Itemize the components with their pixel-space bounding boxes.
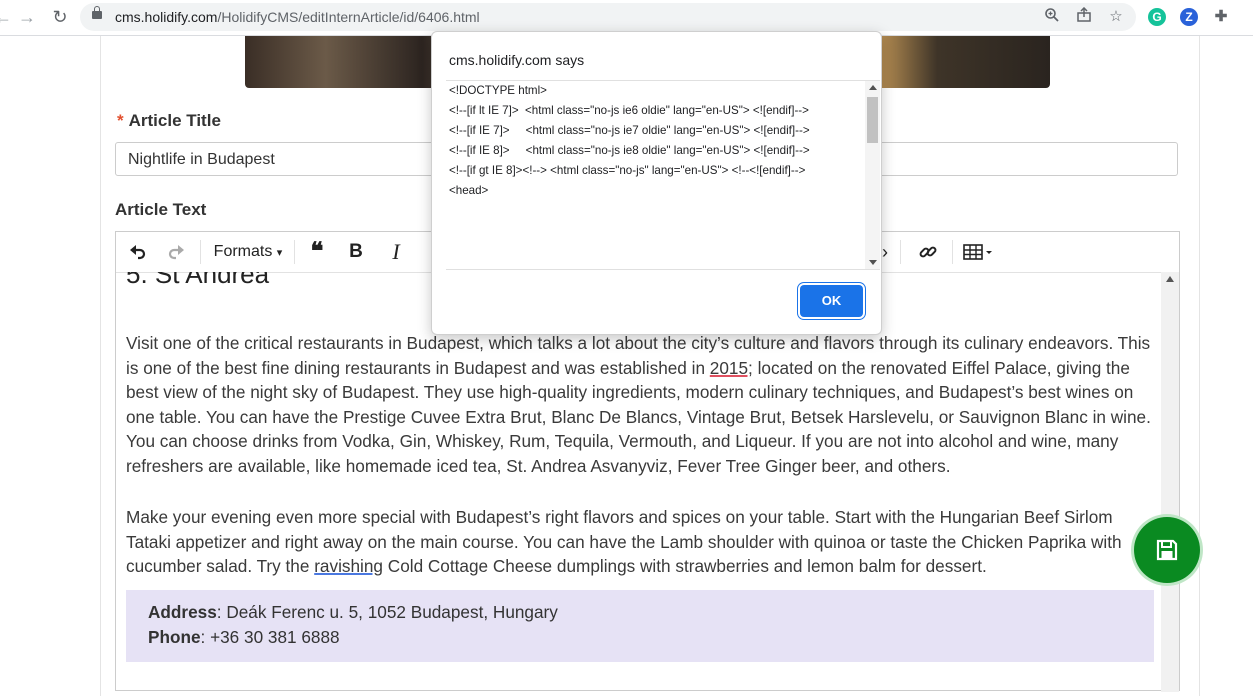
link-icon[interactable] [916,240,940,264]
forward-icon[interactable]: → [16,6,38,28]
back-icon[interactable]: ← [0,6,14,28]
toolbar-divider [952,240,953,264]
address-line: Address: Deák Ferenc u. 5, 1052 Budapest… [148,602,558,622]
paragraph-2: Make your evening even more special with… [126,507,1122,577]
address-bar[interactable]: cms.holidify.com/HolidifyCMS/editInternA… [80,3,1136,31]
spellcheck-flag: 2015; [709,357,753,378]
blockquote-icon[interactable]: ❝ [304,240,330,264]
editor-scrollbar[interactable] [1161,272,1179,692]
dialog-message-area[interactable]: <!DOCTYPE html> <!--[if lt IE 7]> <html … [446,80,880,270]
scroll-up-icon[interactable] [869,85,877,90]
dialog-scrollbar[interactable] [865,81,880,269]
zoom-icon[interactable] [1042,7,1062,27]
ok-button[interactable]: OK [800,285,863,317]
dialog-title: cms.holidify.com says [449,52,585,68]
z-extension-icon[interactable]: Z [1180,8,1198,26]
lock-icon[interactable] [92,6,102,19]
redo-icon[interactable] [164,240,188,264]
formats-dropdown[interactable]: Formats ▾ [212,240,284,264]
reload-icon[interactable]: ↻ [49,6,71,28]
dialog-message: <!DOCTYPE html> <!--[if lt IE 7]> <html … [449,84,810,197]
save-button[interactable] [1134,517,1200,583]
table-icon[interactable] [962,240,996,264]
toolbar-divider [200,240,201,264]
share-icon[interactable] [1074,6,1094,27]
toolbar-divider [294,240,295,264]
grammarly-icon[interactable]: G [1148,8,1166,26]
alert-dialog: cms.holidify.com says <!DOCTYPE html> <!… [431,31,882,335]
paragraph-1: Visit one of the critical restaurants in… [126,333,1151,476]
italic-icon[interactable]: I [384,240,408,264]
bold-icon[interactable]: B [344,240,368,264]
scroll-down-icon[interactable] [869,260,877,265]
puzzle-icon[interactable]: ✚ [1212,8,1230,26]
save-icon [1156,539,1178,561]
url-text[interactable]: cms.holidify.com/HolidifyCMS/editInternA… [115,9,480,25]
editor-content[interactable]: 5. St Andrea Visit one of the critical r… [126,272,1161,692]
phone-line: Phone: +36 30 381 6888 [148,627,340,647]
scroll-up-icon[interactable] [1166,276,1174,282]
undo-icon[interactable] [126,240,150,264]
toolbar-divider [900,240,901,264]
address-box: Address: Deák Ferenc u. 5, 1052 Budapest… [126,590,1154,662]
article-title-label: * Article Title [117,111,221,130]
article-text-label: Article Text [115,200,207,219]
section-heading: 5. St Andrea [126,272,270,289]
scroll-thumb[interactable] [867,97,878,143]
grammar-flag: ravishing [314,556,383,577]
star-icon[interactable]: ☆ [1106,7,1126,27]
